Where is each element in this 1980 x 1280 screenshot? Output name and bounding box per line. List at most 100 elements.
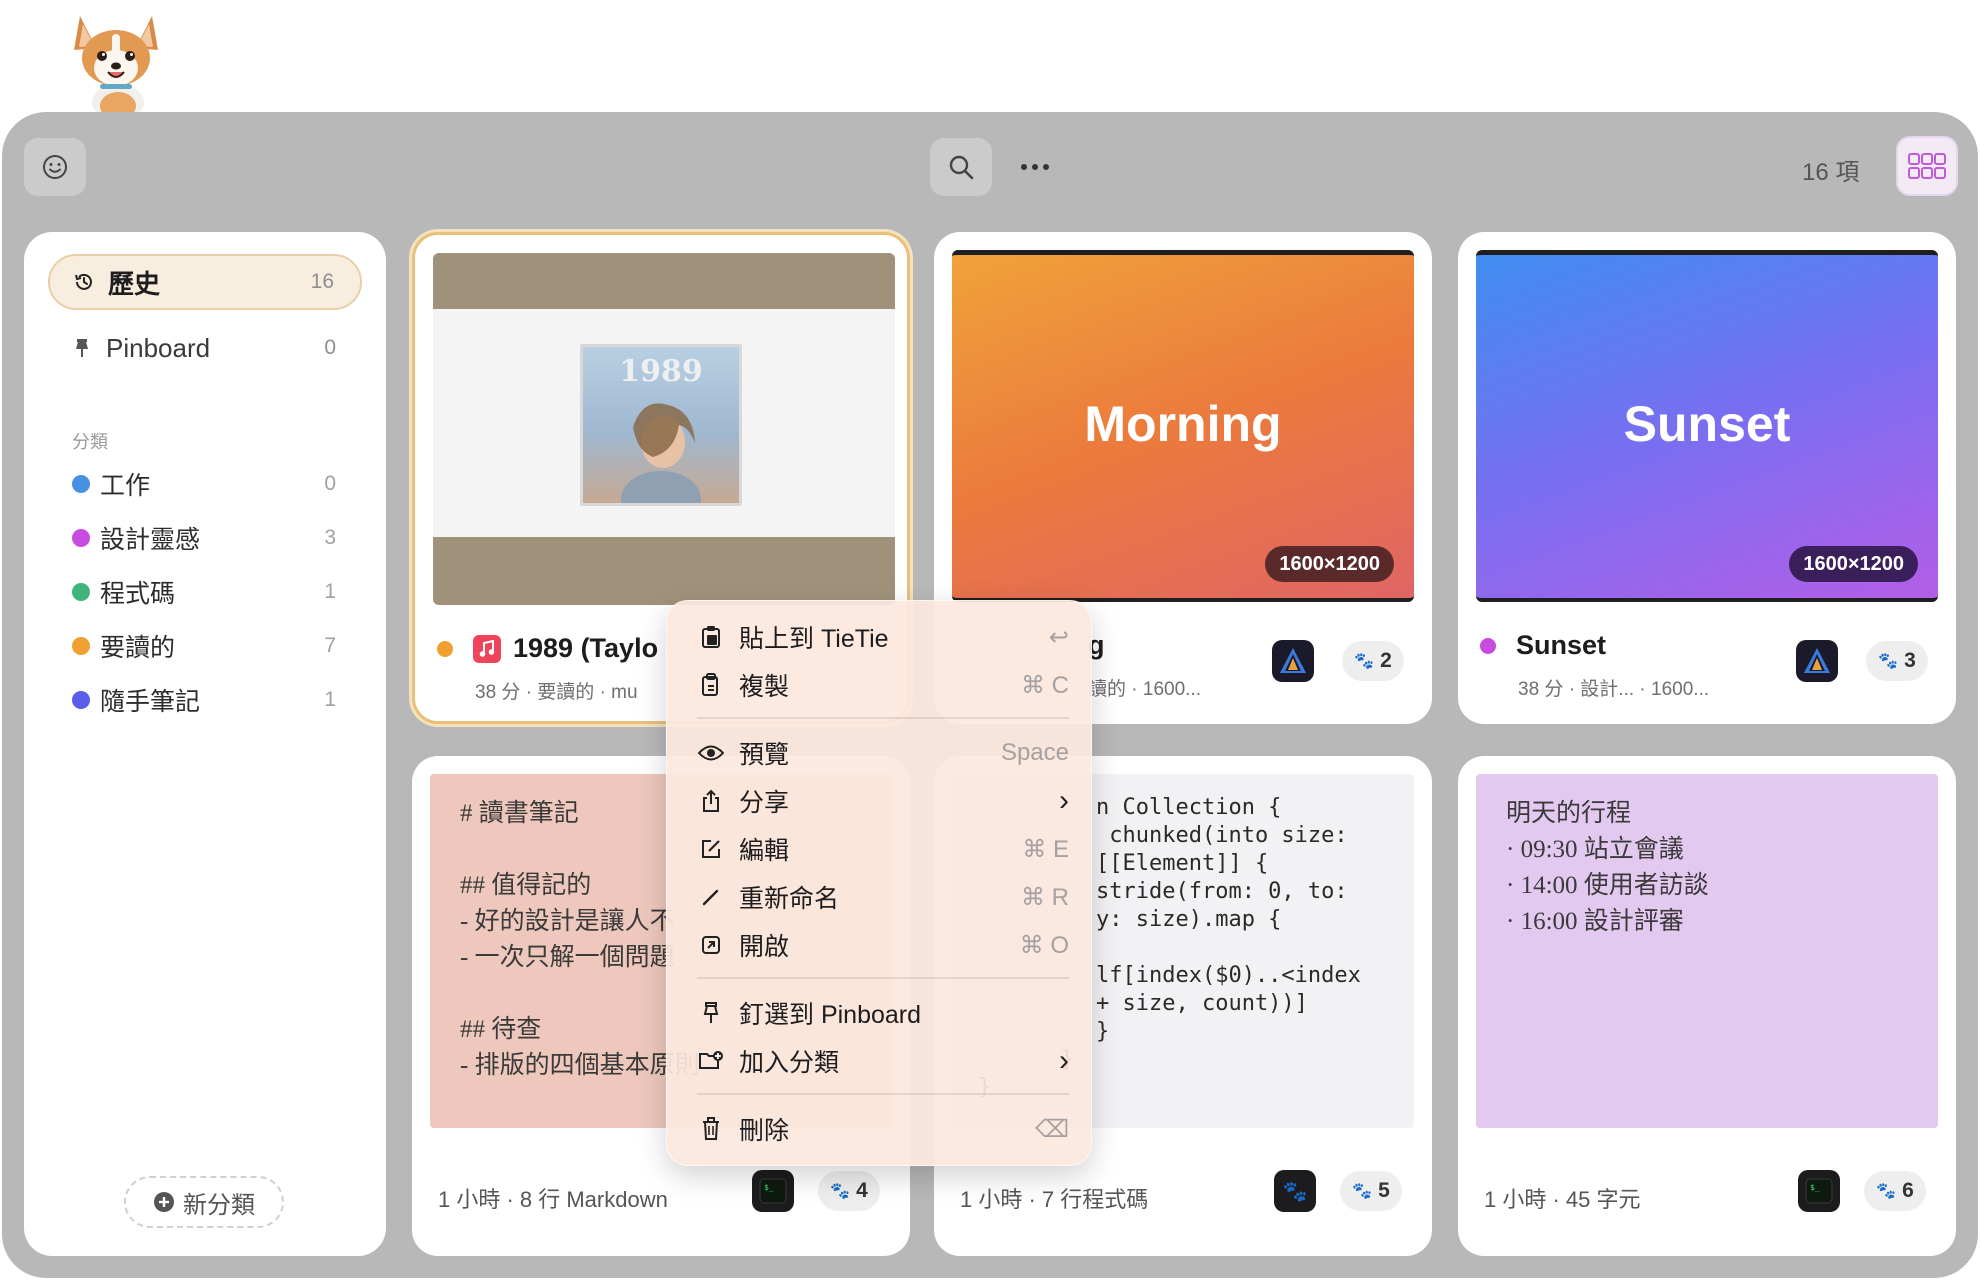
menu-item-label: 預覽 [739, 741, 790, 769]
clip-card-schedule[interactable]: 明天的行程 · 09:30 站立會議 · 14:00 使用者訪談 · 16:00… [1458, 756, 1956, 1256]
category-color-dot [72, 637, 90, 655]
new-category-button[interactable]: 新分類 [124, 1176, 284, 1228]
new-category-label: 新分類 [183, 1191, 255, 1219]
search-button[interactable] [930, 138, 992, 196]
category-count: 1 [324, 580, 336, 603]
sidebar-item-work[interactable]: 工作 0 [72, 462, 362, 506]
sunset-gradient-thumbnail: Sunset 1600×1200 [1476, 250, 1938, 602]
card-subtitle: 38 分 · 設計... · 1600... [1518, 679, 1710, 700]
sidebar: 歷史 16 Pinboard 0 分類 工作 0 設計靈感 3 程式碼 1 要讀… [24, 232, 386, 1256]
paw-icon: 🐾 [1876, 1183, 1897, 1200]
paste-count: 6 [1902, 1179, 1914, 1202]
sidebar-item-code[interactable]: 程式碼 1 [72, 570, 362, 614]
category-count: 1 [324, 688, 336, 711]
menu-item-label: 加入分類 [739, 1049, 840, 1077]
paste-count: 4 [856, 1179, 868, 1202]
menu-item-shortcut: ⌫ [1035, 1115, 1069, 1143]
menu-item-paste[interactable]: 貼上到 TieTie ↩ [697, 615, 1069, 659]
vectornator-app-icon [1796, 640, 1838, 682]
emoji-button[interactable] [24, 138, 86, 196]
card-footer: 1 小時 · 7 行程式碼 [960, 1187, 1149, 1212]
menu-separator [697, 1093, 1069, 1095]
menu-item-pin[interactable]: 釘選到 Pinboard [697, 991, 1069, 1035]
menu-item-label: 貼上到 TieTie [739, 625, 889, 653]
category-count: 7 [324, 634, 336, 657]
album-thumbnail: 1989 [433, 253, 895, 605]
music-app-icon [473, 634, 501, 663]
menu-item-open[interactable]: 開啟 ⌘ O [697, 923, 1069, 967]
ellipsis-icon [1021, 164, 1049, 170]
menu-item-shortcut: ⌘ E [1022, 835, 1069, 863]
paste-count-badge: 🐾 2 [1342, 641, 1404, 681]
menu-item-preview[interactable]: 預覽 Space [697, 731, 1069, 775]
menu-item-label: 釘選到 Pinboard [739, 1001, 922, 1029]
trash-icon [697, 1115, 725, 1143]
paw-icon: 🐾 [1878, 653, 1899, 670]
resolution-badge: 1600×1200 [1265, 546, 1394, 582]
share-icon [697, 787, 725, 815]
card-footer: 1 小時 · 45 字元 [1484, 1187, 1641, 1212]
menu-item-shortcut: ⌘ O [1019, 931, 1069, 959]
card-subtitle: 讀的 · 1600... [1088, 679, 1201, 700]
category-label: 工作 [100, 472, 151, 500]
menu-item-label: 分享 [739, 789, 790, 817]
sidebar-item-pinboard[interactable]: Pinboard 0 [48, 320, 362, 376]
menu-item-label: 開啟 [739, 933, 790, 961]
sidebar-item-history[interactable]: 歷史 16 [48, 254, 362, 310]
paste-count-badge: 🐾 3 [1866, 641, 1928, 681]
context-menu: 貼上到 TieTie ↩ 複製 ⌘ C 預覽 Space 分享 › 編輯 ⌘ E… [666, 600, 1092, 1166]
paste-count: 2 [1380, 649, 1392, 672]
grid-icon [1908, 153, 1946, 179]
menu-item-copy[interactable]: 複製 ⌘ C [697, 663, 1069, 707]
category-color-dot [72, 691, 90, 709]
menu-item-shortcut: ⌘ R [1021, 883, 1069, 911]
sidebar-item-quick-notes[interactable]: 隨手筆記 1 [72, 678, 362, 722]
paw-app-icon: 🐾 [1274, 1170, 1316, 1212]
card-subtitle: 38 分 · 要讀的 · mu [475, 682, 638, 703]
paste-count-badge: 🐾 6 [1864, 1171, 1926, 1211]
pin-icon [697, 999, 725, 1027]
album-cover-title: 1989 [619, 354, 703, 389]
card-title: 1989 (Taylo [513, 633, 659, 663]
menu-item-delete[interactable]: 刪除 ⌫ [697, 1107, 1069, 1151]
card-title-row: 1989 (Taylo [437, 633, 658, 664]
category-color-dot [437, 640, 453, 657]
paste-count: 5 [1378, 1179, 1390, 1202]
sidebar-item-count: 0 [324, 336, 336, 359]
menu-item-share[interactable]: 分享 › [697, 779, 1069, 823]
morning-gradient-thumbnail: Morning 1600×1200 [952, 250, 1414, 602]
more-options-button[interactable] [1012, 138, 1058, 196]
open-external-icon [697, 931, 725, 959]
clip-card-sunset[interactable]: Sunset 1600×1200 Sunset 38 分 · 設計... · 1… [1458, 232, 1956, 724]
corgi-mascot-icon [66, 10, 166, 124]
plus-circle-icon [154, 1192, 174, 1212]
menu-item-label: 重新命名 [739, 885, 840, 913]
grid-view-button[interactable] [1896, 136, 1958, 196]
vectornator-app-icon [1272, 640, 1314, 682]
category-color-dot [72, 475, 90, 493]
menu-item-edit[interactable]: 編輯 ⌘ E [697, 827, 1069, 871]
paste-count-badge: 🐾 4 [818, 1171, 880, 1211]
category-color-dot [1480, 637, 1496, 654]
terminal-app-icon: $_ [1798, 1170, 1840, 1212]
sidebar-item-design-inspiration[interactable]: 設計靈感 3 [72, 516, 362, 560]
paw-icon: 🐾 [1352, 1183, 1373, 1200]
sidebar-item-label: Pinboard [106, 332, 211, 363]
chevron-right-icon: › [1059, 784, 1069, 817]
category-label: 設計靈感 [100, 526, 201, 554]
category-count: 3 [324, 526, 336, 549]
paste-count-badge: 🐾 5 [1340, 1171, 1402, 1211]
thumbnail-title: Sunset [1623, 396, 1791, 452]
pin-icon [70, 336, 94, 360]
card-title: Sunset [1516, 630, 1607, 660]
category-label: 要讀的 [100, 634, 176, 662]
menu-item-add-category[interactable]: 加入分類 › [697, 1039, 1069, 1083]
menu-item-shortcut: ↩ [1048, 623, 1069, 651]
sidebar-item-to-read[interactable]: 要讀的 7 [72, 624, 362, 668]
paste-clipboard-icon [697, 623, 725, 651]
chevron-right-icon: › [1059, 1044, 1069, 1077]
sidebar-item-count: 16 [310, 270, 334, 293]
category-color-dot [72, 583, 90, 601]
menu-item-rename[interactable]: 重新命名 ⌘ R [697, 875, 1069, 919]
smiley-icon [43, 155, 67, 179]
